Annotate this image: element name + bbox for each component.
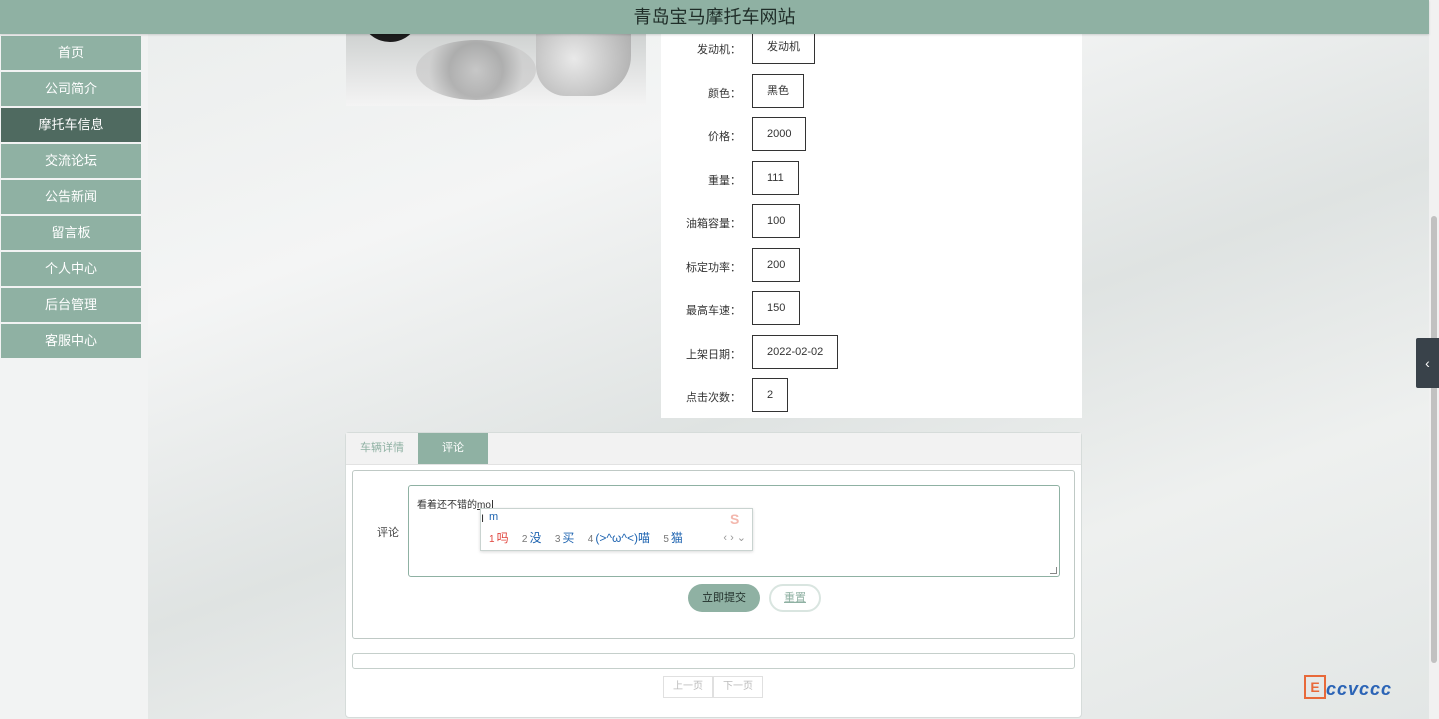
nav-item-personal-center[interactable]: 个人中心 (1, 252, 141, 286)
ime-candidate[interactable]: 1吗 (489, 531, 509, 545)
nav-item-admin[interactable]: 后台管理 (1, 288, 141, 322)
spec-label-rated-power: 标定功率： (686, 262, 741, 274)
motorcycle-photo (346, 34, 646, 106)
spec-value-price: 2000 (752, 117, 807, 151)
spec-label-engine: 发动机： (697, 44, 741, 56)
chevron-left-icon[interactable]: ‹ (1416, 338, 1439, 388)
tab-bar: 车辆详情 评论 (346, 433, 1081, 465)
spec-label-click-count: 点击次数： (686, 392, 741, 404)
nav-item-customer-service[interactable]: 客服中心 (1, 324, 141, 358)
spec-label-listing-date: 上架日期： (686, 349, 741, 361)
spec-label-color: 颜色： (708, 88, 741, 100)
spec-value-engine: 发动机 (752, 30, 815, 64)
ime-pinyin: m (489, 511, 499, 523)
resize-handle[interactable] (1050, 567, 1057, 574)
ime-page-arrows-icon[interactable]: ‹ › ⌄ (723, 531, 746, 544)
nav-item-motorcycle-info[interactable]: 摩托车信息 (1, 108, 141, 142)
spec-label-price: 价格： (708, 131, 741, 143)
nav-item-news[interactable]: 公告新闻 (1, 180, 141, 214)
next-page-button[interactable]: 下一页 (713, 676, 763, 698)
text-cursor-icon: I (481, 513, 485, 525)
nav-item-home[interactable]: 首页 (1, 36, 141, 70)
comment-list (352, 653, 1075, 669)
tab-vehicle-details[interactable]: 车辆详情 (346, 433, 418, 464)
spec-value-color: 黑色 (752, 74, 804, 108)
spec-value-click-count: 2 (752, 378, 789, 412)
ime-logo-icon: S (730, 511, 740, 527)
site-header: 青岛宝马摩托车网站 (0, 0, 1429, 34)
site-title: 青岛宝马摩托车网站 (633, 7, 796, 27)
ime-candidate[interactable]: 4 (>^ω^<)喵 (588, 531, 650, 545)
spec-label-weight: 重量： (708, 175, 741, 187)
spec-label-tank-capacity: 油箱容量： (686, 218, 741, 230)
tab-comments[interactable]: 评论 (418, 433, 488, 464)
sidebar-nav: 首页 公司简介 摩托车信息 交流论坛 公告新闻 留言板 个人中心 后台管理 客服… (0, 34, 148, 719)
watermark-logo: E ccvccc (1304, 675, 1434, 713)
nav-item-company-intro[interactable]: 公司简介 (1, 72, 141, 106)
ime-candidate-window: I m S 1吗 2没 3买 4 (>^ω^<)喵 5猫 ‹ › ⌄ (480, 508, 753, 551)
spec-value-tank-capacity: 100 (752, 204, 801, 238)
nav-item-forum[interactable]: 交流论坛 (1, 144, 141, 178)
ime-candidate[interactable]: 3买 (555, 531, 575, 545)
watermark-e-icon: E (1304, 675, 1326, 699)
nav-item-message-board[interactable]: 留言板 (1, 216, 141, 250)
reset-button[interactable]: 重置 (769, 584, 821, 612)
prev-page-button[interactable]: 上一页 (663, 676, 713, 698)
watermark-script-icon: ccvccc (1326, 679, 1393, 699)
spec-value-top-speed: 150 (752, 291, 801, 325)
submit-button[interactable]: 立即提交 (688, 584, 760, 612)
ime-candidate[interactable]: 2没 (522, 531, 542, 545)
comment-text: 看着还不错的 (417, 500, 477, 511)
spec-label-top-speed: 最高车速： (686, 305, 741, 317)
spec-value-listing-date: 2022-02-02 (752, 335, 839, 369)
comment-label: 评论 (377, 527, 399, 539)
spec-value-weight: 111 (752, 161, 799, 195)
spec-value-rated-power: 200 (752, 248, 801, 282)
ime-candidate[interactable]: 5猫 (663, 531, 683, 545)
scrollbar-thumb[interactable] (1431, 216, 1437, 663)
ime-candidates: 1吗 2没 3买 4 (>^ω^<)喵 5猫 (489, 529, 693, 546)
